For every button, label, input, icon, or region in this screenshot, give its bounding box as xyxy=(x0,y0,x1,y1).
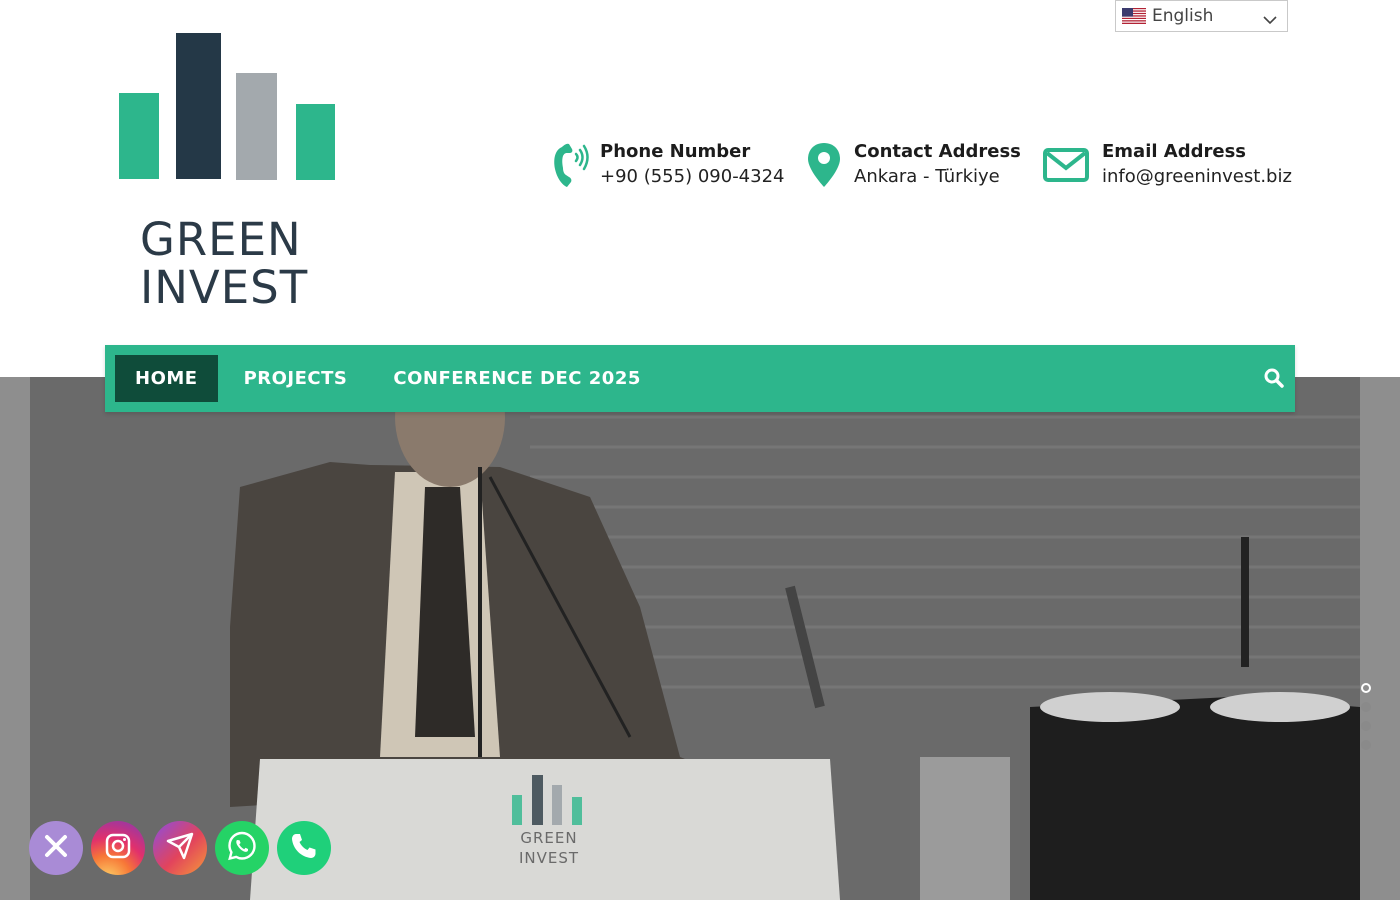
logo-bar-3 xyxy=(236,73,277,180)
envelope-icon xyxy=(1040,140,1092,190)
nav-item-projects[interactable]: PROJECTS xyxy=(224,355,368,402)
hero-slider: GREEN INVEST xyxy=(0,377,1400,900)
address-value: Ankara - Türkiye xyxy=(854,166,1000,187)
us-flag-icon xyxy=(1122,8,1146,24)
language-selector[interactable]: English xyxy=(1115,0,1288,32)
phone-value[interactable]: +90 (555) 090-4324 xyxy=(600,164,785,190)
email-value[interactable]: info@greeninvest.biz xyxy=(1102,164,1292,190)
search-icon[interactable] xyxy=(1263,367,1285,393)
contact-email: Email Address info@greeninvest.biz xyxy=(1040,140,1292,190)
whatsapp-icon xyxy=(226,830,258,866)
hero-image: GREEN INVEST xyxy=(30,377,1360,900)
language-label: English xyxy=(1152,6,1214,26)
logo-text: GREEN INVEST xyxy=(140,216,340,312)
phone-label: Phone Number xyxy=(600,141,751,162)
logo-bar-4 xyxy=(296,104,335,180)
slider-dot-3[interactable] xyxy=(1361,721,1371,731)
podium-logo-text: GREEN INVEST xyxy=(514,828,584,868)
logo-line-2: INVEST xyxy=(140,261,309,314)
email-label: Email Address xyxy=(1102,141,1247,162)
podium-logo-line-2: INVEST xyxy=(518,849,580,867)
map-pin-icon xyxy=(804,140,844,190)
slider-dot-2[interactable] xyxy=(1361,702,1371,712)
chevron-down-icon xyxy=(1263,10,1277,30)
nav-item-conference[interactable]: CONFERENCE DEC 2025 xyxy=(373,355,660,402)
slider-dot-1[interactable] xyxy=(1361,683,1371,693)
telegram-button[interactable] xyxy=(153,821,207,875)
logo-bar-2 xyxy=(176,33,221,179)
address-label: Contact Address xyxy=(854,141,1021,162)
instagram-icon xyxy=(104,832,132,864)
call-button[interactable] xyxy=(277,821,331,875)
main-nav: HOME PROJECTS CONFERENCE DEC 2025 xyxy=(105,345,1295,412)
logo-bar-1 xyxy=(119,93,159,179)
instagram-button[interactable] xyxy=(91,821,145,875)
whatsapp-button[interactable] xyxy=(215,821,269,875)
telegram-icon xyxy=(165,831,195,865)
contact-address: Contact Address Ankara - Türkiye xyxy=(804,140,1021,190)
logo-line-1: GREEN xyxy=(140,213,302,266)
podium-logo-line-1: GREEN xyxy=(520,829,578,847)
contact-phone: Phone Number +90 (555) 090-4324 xyxy=(550,140,785,190)
site-logo[interactable]: GREEN INVEST xyxy=(118,33,336,313)
phone-icon xyxy=(289,831,319,865)
phone-ringing-icon xyxy=(550,140,590,190)
close-icon xyxy=(43,833,69,863)
social-close-button[interactable] xyxy=(29,821,83,875)
nav-item-home[interactable]: HOME xyxy=(115,355,218,402)
slider-dot-4[interactable] xyxy=(1361,740,1371,750)
